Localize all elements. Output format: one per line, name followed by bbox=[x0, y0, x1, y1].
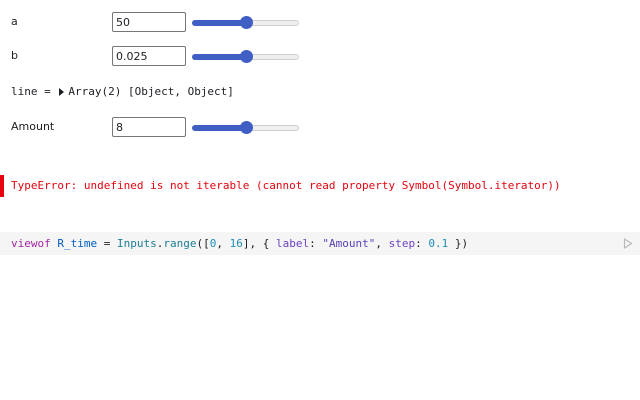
code-token-keyword: viewof bbox=[11, 237, 51, 250]
code-token-num16: 16 bbox=[229, 237, 243, 250]
line-output: line = Array(2) [Object, Object] bbox=[11, 85, 234, 98]
input-label-amount: Amount bbox=[11, 120, 55, 133]
code-token-colon2: : bbox=[415, 237, 429, 250]
range-slider-amount[interactable] bbox=[192, 121, 299, 134]
slider-thumb[interactable] bbox=[240, 16, 253, 29]
code-token-label-val: "Amount" bbox=[322, 237, 376, 250]
input-row-amount: Amount 8 bbox=[0, 117, 640, 139]
error-indicator-bar bbox=[0, 175, 4, 197]
expand-triangle-icon[interactable] bbox=[59, 88, 65, 96]
code-token-name: R_time bbox=[57, 237, 98, 250]
code-token-step-val: 0.1 bbox=[428, 237, 449, 250]
play-icon[interactable] bbox=[623, 238, 633, 249]
slider-thumb[interactable] bbox=[240, 121, 253, 134]
slider-fill bbox=[192, 20, 246, 26]
code-token-open: ([ bbox=[196, 237, 210, 250]
input-row-b: b 0.025 bbox=[0, 46, 640, 68]
input-row-a: a 50 bbox=[0, 12, 640, 34]
code-token-comma2: , bbox=[375, 237, 389, 250]
slider-fill bbox=[192, 54, 246, 60]
code-token-function: range bbox=[163, 237, 197, 250]
code-text[interactable]: viewof R_time = Inputs.range([0, 16], { … bbox=[11, 237, 468, 250]
input-label-a: a bbox=[11, 15, 18, 28]
input-label-b: b bbox=[11, 49, 18, 62]
slider-thumb[interactable] bbox=[240, 50, 253, 63]
code-token-object: Inputs bbox=[117, 237, 157, 250]
code-token-label-key: label bbox=[276, 237, 310, 250]
code-token-step-key: step bbox=[388, 237, 416, 250]
code-cell[interactable]: viewof R_time = Inputs.range([0, 16], { … bbox=[0, 232, 640, 255]
code-token-comma1: , bbox=[216, 237, 230, 250]
code-token-eq: = bbox=[97, 237, 117, 250]
number-field-b[interactable]: 0.025 bbox=[112, 46, 186, 66]
line-output-prefix: line = bbox=[11, 85, 58, 98]
error-message: TypeError: undefined is not iterable (ca… bbox=[11, 179, 561, 192]
error-block: TypeError: undefined is not iterable (ca… bbox=[0, 175, 640, 197]
code-token-close: }) bbox=[448, 237, 469, 250]
code-token-close-arr: ], { bbox=[242, 237, 276, 250]
range-slider-b[interactable] bbox=[192, 50, 299, 63]
number-field-a[interactable]: 50 bbox=[112, 12, 186, 32]
code-token-colon1: : bbox=[309, 237, 323, 250]
line-output-value[interactable]: Array(2) [Object, Object] bbox=[68, 85, 234, 98]
slider-fill bbox=[192, 125, 246, 131]
range-slider-a[interactable] bbox=[192, 16, 299, 29]
number-field-amount[interactable]: 8 bbox=[112, 117, 186, 137]
